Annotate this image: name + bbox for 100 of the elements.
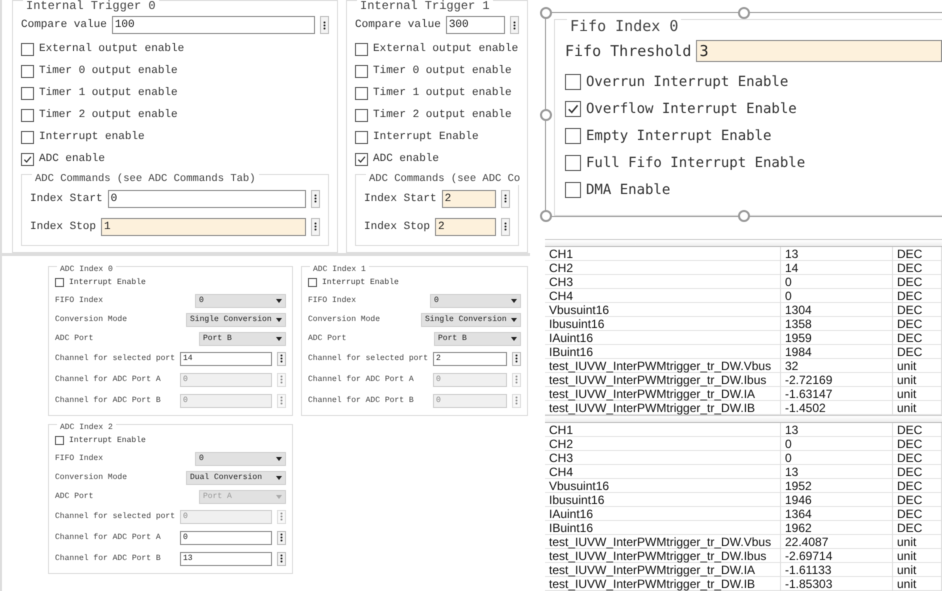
- table-cell: 0: [781, 437, 893, 451]
- input-field[interactable]: 100: [112, 16, 315, 34]
- checkbox-label: DMA Enable: [586, 182, 670, 198]
- checkbox[interactable]: [55, 436, 64, 445]
- resize-handle[interactable]: [738, 7, 750, 19]
- field-label: Index Start: [364, 192, 437, 204]
- dropdown[interactable]: Dual Conversion: [186, 470, 286, 484]
- spin-button[interactable]: [311, 218, 320, 236]
- resize-handle[interactable]: [540, 210, 552, 222]
- spin-button[interactable]: [277, 352, 286, 366]
- checkbox[interactable]: [355, 64, 368, 78]
- spin-button[interactable]: [510, 16, 519, 34]
- dropdown[interactable]: 0: [430, 294, 521, 308]
- checkbox[interactable]: [355, 130, 368, 144]
- table-cell: DEC: [893, 345, 942, 359]
- checkbox[interactable]: [21, 108, 34, 122]
- checkbox-label: Full Fifo Interrupt Enable: [586, 154, 806, 170]
- checkbox[interactable]: [55, 278, 64, 287]
- checkbox[interactable]: [21, 86, 34, 100]
- checkbox-label: Timer 1 output enable: [373, 87, 512, 99]
- input-field[interactable]: 2: [433, 352, 507, 366]
- spin-button[interactable]: [277, 552, 286, 566]
- table-cell: 1984: [781, 345, 893, 359]
- resize-handle[interactable]: [540, 108, 552, 120]
- table-cell: unit: [893, 387, 942, 401]
- resize-handle[interactable]: [738, 210, 750, 222]
- spin-button[interactable]: [501, 190, 510, 208]
- dots-icon: [280, 512, 283, 521]
- table-cell: DEC: [893, 275, 942, 289]
- table-cell: 0: [781, 275, 893, 289]
- input-field[interactable]: 300: [446, 16, 505, 34]
- checkbox[interactable]: [21, 152, 34, 166]
- dots-icon: [504, 222, 507, 231]
- field-label: Channel for ADC Port A: [308, 375, 415, 384]
- dots-icon: [280, 396, 283, 405]
- checkbox[interactable]: [308, 278, 317, 287]
- input-field[interactable]: 0: [180, 530, 272, 544]
- field-label: Index Stop: [364, 220, 430, 232]
- caret-icon: [276, 298, 282, 302]
- checkbox-label: Interrupt enable: [39, 131, 145, 143]
- spin-button[interactable]: [501, 218, 510, 236]
- table-cell: DEC: [893, 423, 942, 437]
- table-cell: CH4: [545, 465, 781, 479]
- table-cell: 0: [781, 289, 893, 303]
- table-cell: CH3: [545, 451, 781, 465]
- dropdown[interactable]: Single Conversion: [421, 312, 521, 326]
- checkbox[interactable]: [565, 154, 581, 170]
- checkbox[interactable]: [355, 42, 368, 56]
- table-cell: DEC: [893, 261, 942, 275]
- dropdown[interactable]: Port B: [199, 332, 286, 346]
- dropdown[interactable]: 0: [195, 452, 286, 466]
- field-label: Conversion Mode: [55, 473, 128, 482]
- input-field[interactable]: 2: [442, 190, 496, 208]
- spin-button[interactable]: [277, 530, 286, 544]
- table-cell: DEC: [893, 317, 942, 331]
- resize-handle[interactable]: [540, 7, 552, 19]
- checkbox[interactable]: [355, 152, 368, 166]
- input-field[interactable]: 0: [108, 190, 306, 208]
- caret-icon: [511, 318, 517, 322]
- field-label: Compare value: [21, 19, 107, 31]
- checkbox-label: ADC enable: [373, 153, 440, 165]
- checkbox[interactable]: [355, 108, 368, 122]
- table-cell: DEC: [893, 493, 942, 507]
- checkbox[interactable]: [21, 130, 34, 144]
- spin-button[interactable]: [512, 352, 521, 366]
- field-label: Channel for selected port: [55, 512, 175, 521]
- checkbox[interactable]: [565, 100, 581, 116]
- checkbox[interactable]: [565, 182, 581, 198]
- dots-icon: [314, 194, 317, 203]
- spin-button[interactable]: [311, 190, 320, 208]
- checkbox-label: Timer 0 output enable: [39, 65, 178, 77]
- dots-icon: [280, 354, 283, 363]
- field-label: ADC Port: [55, 492, 94, 501]
- checkbox-label: External output enable: [39, 43, 184, 55]
- checkbox[interactable]: [565, 128, 581, 144]
- input-field[interactable]: 13: [180, 552, 272, 566]
- dropdown[interactable]: Port B: [434, 332, 521, 346]
- checkbox[interactable]: [21, 64, 34, 78]
- input-field[interactable]: 14: [180, 352, 272, 366]
- table-cell: 13: [781, 247, 893, 261]
- input-field[interactable]: 1: [101, 218, 306, 236]
- spin-button[interactable]: [320, 16, 329, 34]
- input-field[interactable]: 3: [696, 40, 942, 62]
- table-cell: unit: [893, 373, 942, 387]
- table-cell: unit: [893, 549, 942, 563]
- dropdown[interactable]: Single Conversion: [186, 312, 286, 326]
- table-cell: -1.61133: [781, 563, 893, 577]
- checkbox[interactable]: [21, 42, 34, 56]
- checkbox-label: Timer 2 output enable: [39, 109, 178, 121]
- checkbox[interactable]: [565, 74, 581, 90]
- checkbox-label: ADC enable: [39, 153, 106, 165]
- field-label: Channel for ADC Port B: [55, 396, 162, 405]
- dots-icon: [314, 222, 317, 231]
- table-cell: -1.85303: [781, 577, 893, 591]
- checkbox[interactable]: [355, 86, 368, 100]
- input-field[interactable]: 2: [435, 218, 496, 236]
- table-cell: DEC: [893, 479, 942, 493]
- dropdown[interactable]: 0: [195, 294, 286, 308]
- table-cell: unit: [893, 359, 942, 373]
- table-cell: 13: [781, 423, 893, 437]
